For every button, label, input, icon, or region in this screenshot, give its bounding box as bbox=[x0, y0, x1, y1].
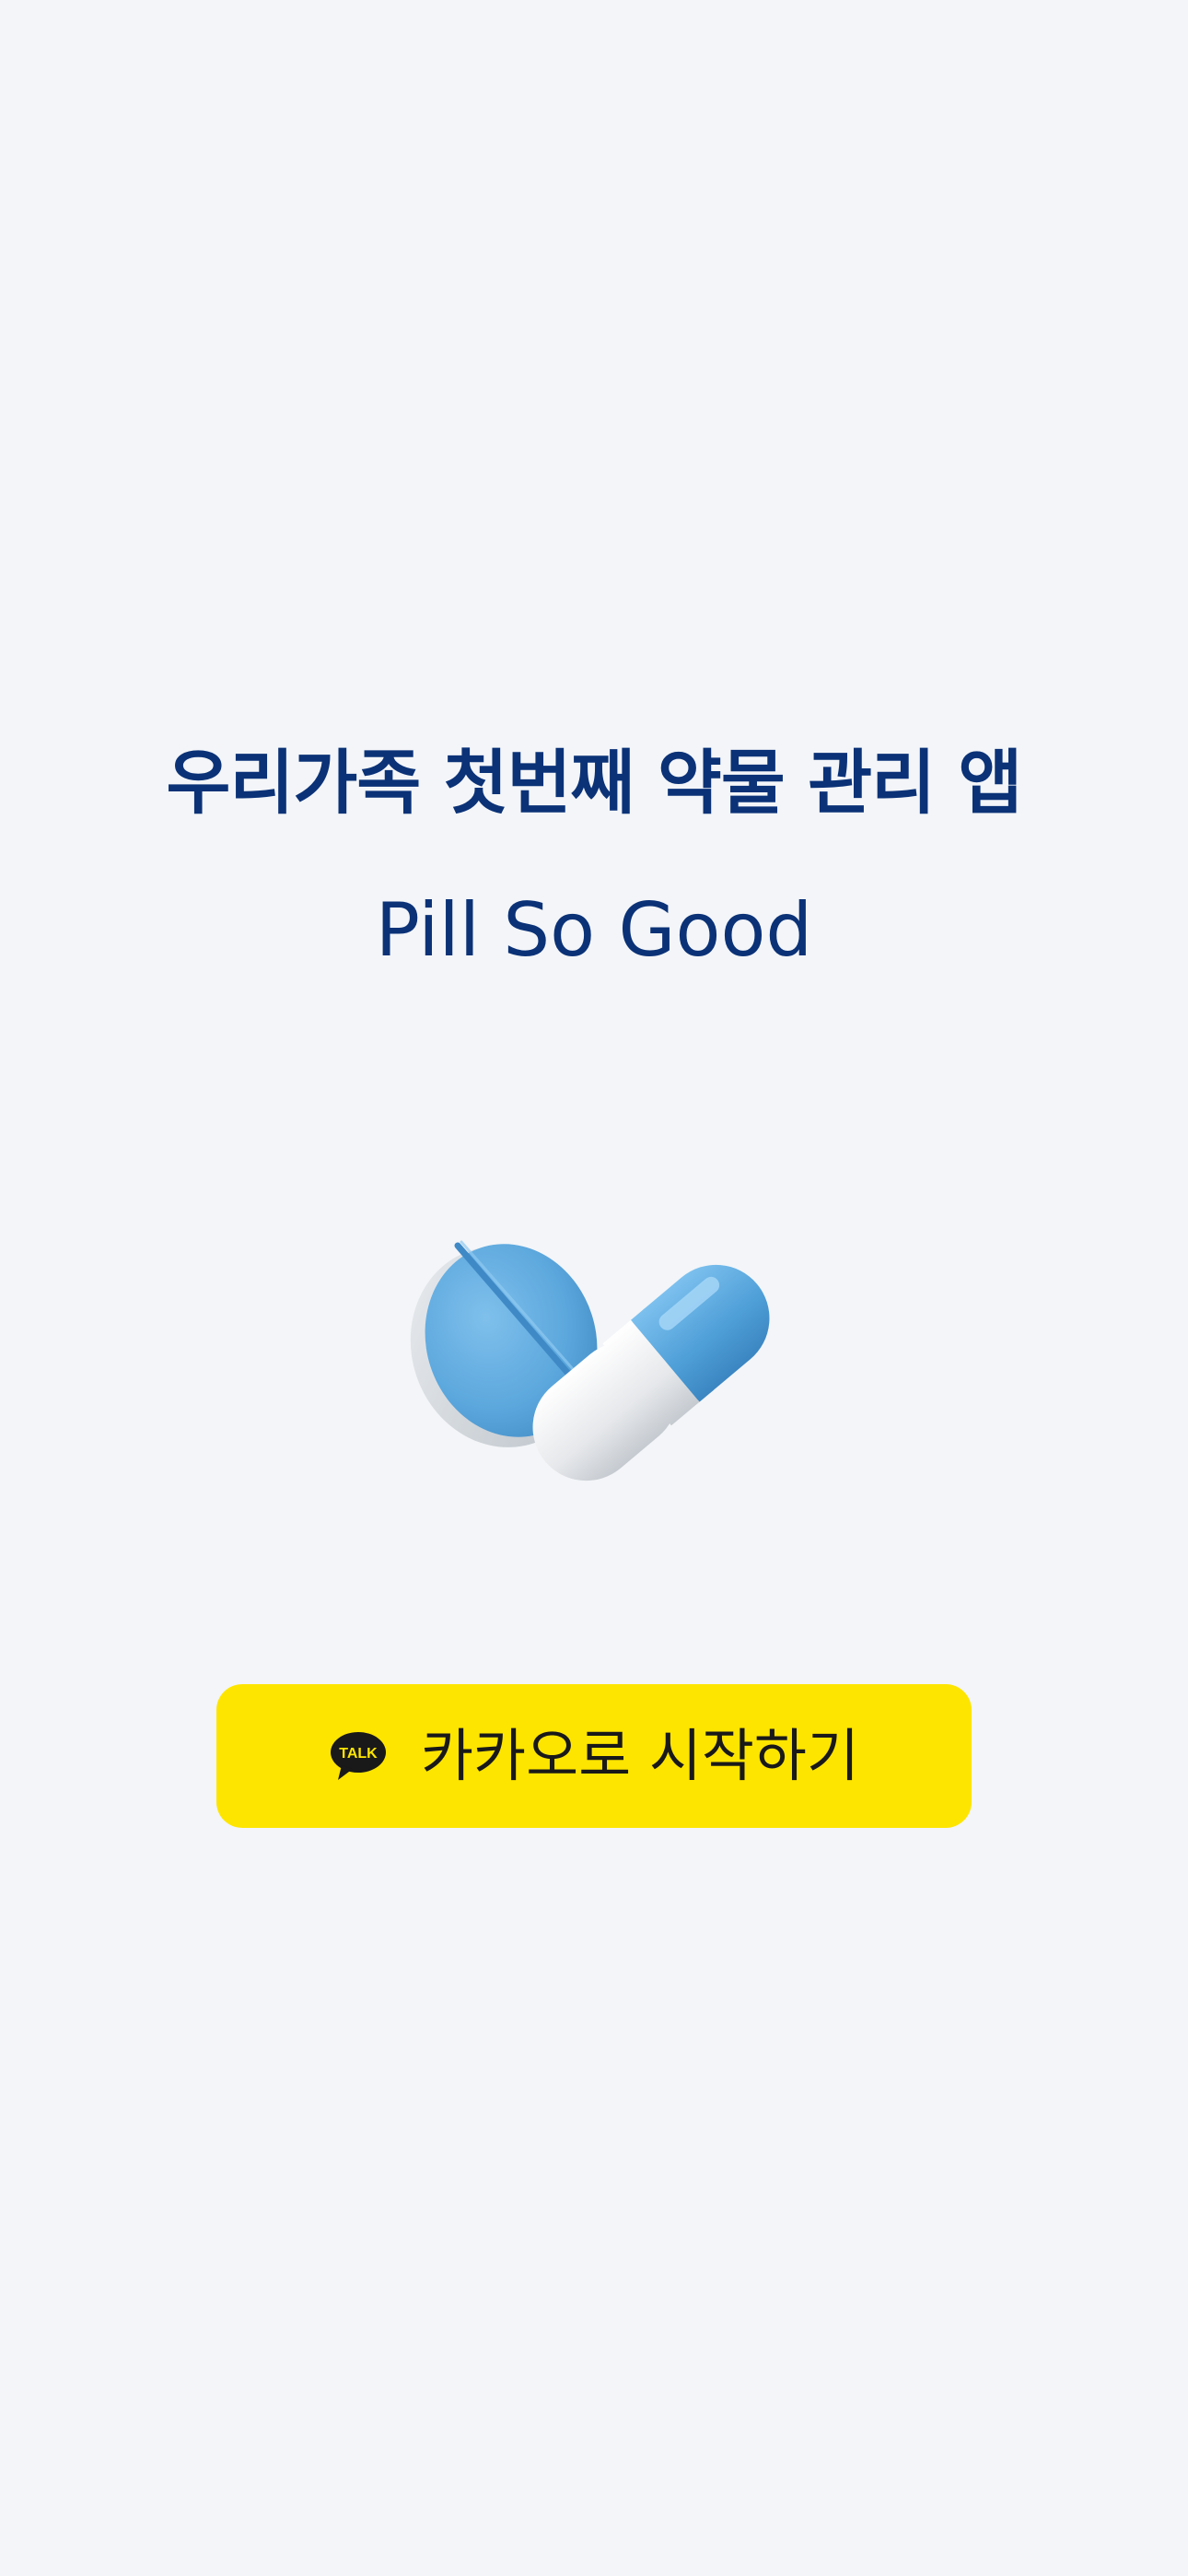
app-tagline: 우리가족 첫번째 약물 관리 앱 bbox=[166, 742, 1023, 824]
kakao-login-label: 카카오로 시작하기 bbox=[420, 1722, 860, 1789]
kakao-login-button[interactable]: TALK 카카오로 시작하기 bbox=[216, 1684, 972, 1828]
splash-screen: 우리가족 첫번째 약물 관리 앱 Pill So Good TALK 카카오로 … bbox=[0, 0, 1188, 2576]
kakao-talk-icon-text: TALK bbox=[339, 1746, 378, 1762]
app-name: Pill So Good bbox=[375, 887, 813, 973]
kakao-talk-icon: TALK bbox=[329, 1730, 388, 1782]
pill-capsule-icon bbox=[410, 1225, 815, 1493]
